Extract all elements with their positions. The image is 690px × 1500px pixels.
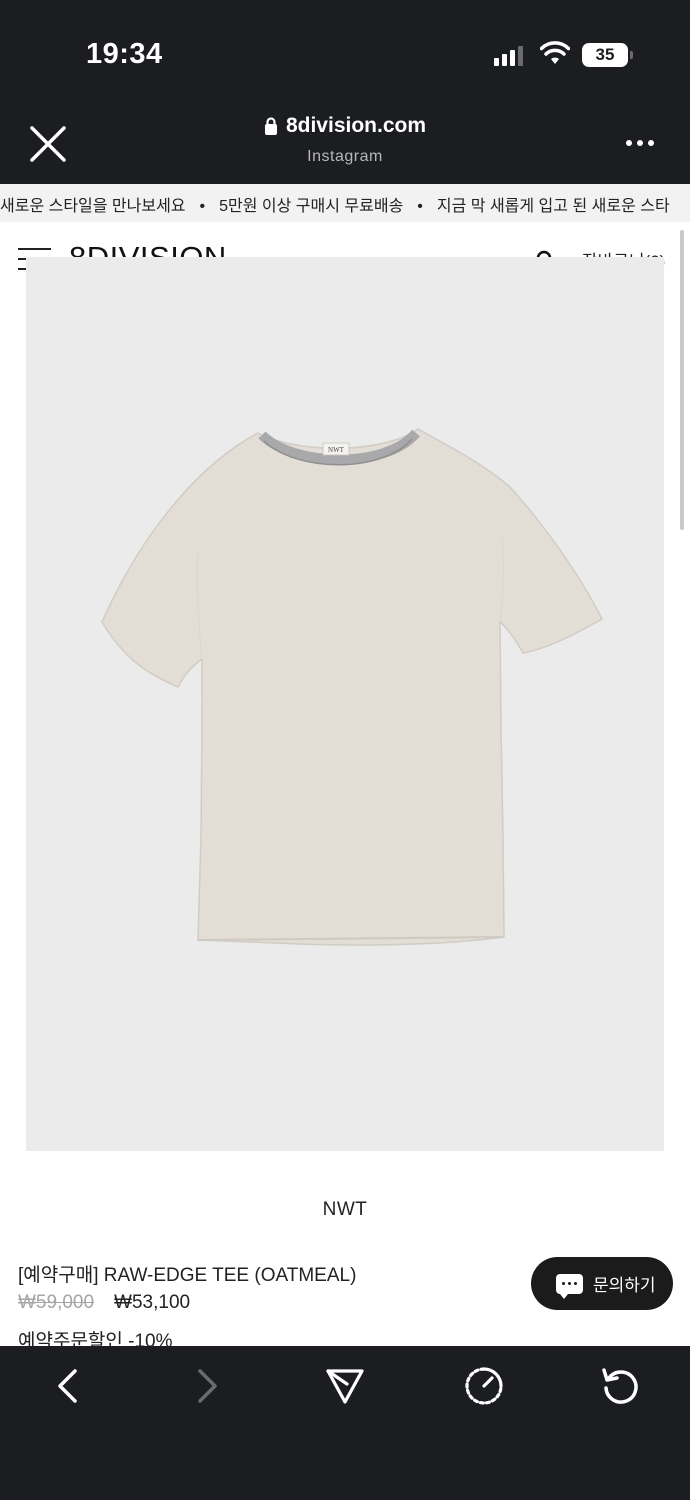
scrollbar[interactable]	[680, 230, 684, 530]
url-source: Instagram	[307, 148, 383, 165]
page-content: 8DIVISION 장바구니(0) NWT	[0, 222, 690, 1346]
product-brand[interactable]: NWT	[0, 1199, 690, 1221]
ticker-item: 지금 막 새롭게 입고 된 새로운 스타	[436, 198, 670, 215]
ticker-separator: •	[199, 198, 206, 215]
forward-icon[interactable]	[187, 1366, 227, 1406]
browser-bar: 8division.com Instagram	[0, 100, 690, 184]
more-options-icon[interactable]	[626, 140, 654, 146]
discount-note: 예약주문할인 -10%	[18, 1331, 173, 1346]
neck-label: NWT	[322, 442, 350, 456]
promo-ticker: 새로운 스타일을 만나보세요 • 5만원 이상 구매시 무료배송 • 지금 막 새롭게 …	[0, 184, 690, 222]
back-icon[interactable]	[48, 1366, 88, 1406]
battery-icon: 35	[582, 43, 633, 67]
browser-toolbar	[0, 1346, 690, 1500]
price-sale: ₩53,100	[114, 1292, 191, 1313]
tshirt-illustration: NWT	[101, 428, 603, 946]
inquiry-button[interactable]: 문의하기	[531, 1257, 673, 1310]
share-icon[interactable]	[325, 1366, 365, 1406]
neck-label-text: NWT	[328, 446, 345, 454]
product-prices: ₩59,000 ₩53,100	[18, 1292, 190, 1314]
wifi-icon	[540, 41, 570, 64]
inquiry-label: 문의하기	[593, 1276, 656, 1295]
cellular-signal-icon	[494, 44, 523, 66]
status-time: 19:34	[86, 38, 163, 70]
price-original: ₩59,000	[18, 1292, 95, 1313]
speed-gauge-icon[interactable]	[464, 1366, 504, 1406]
ticker-item: 5만원 이상 구매시 무료배송	[219, 198, 404, 215]
url-domain: 8division.com	[285, 114, 427, 137]
product-title: [예약구매] RAW-EDGE TEE (OATMEAL)	[18, 1265, 357, 1286]
reload-icon[interactable]	[601, 1366, 641, 1406]
product-image[interactable]: NWT	[26, 257, 664, 1151]
lock-icon	[264, 117, 277, 135]
status-bar: 19:34 35	[0, 0, 690, 100]
ticker-separator: •	[417, 198, 423, 215]
chat-bubble-icon	[556, 1273, 583, 1299]
url-display[interactable]: 8division.com Instagram	[0, 114, 690, 166]
ticker-item: 새로운 스타일을 만나보세요	[0, 198, 186, 215]
